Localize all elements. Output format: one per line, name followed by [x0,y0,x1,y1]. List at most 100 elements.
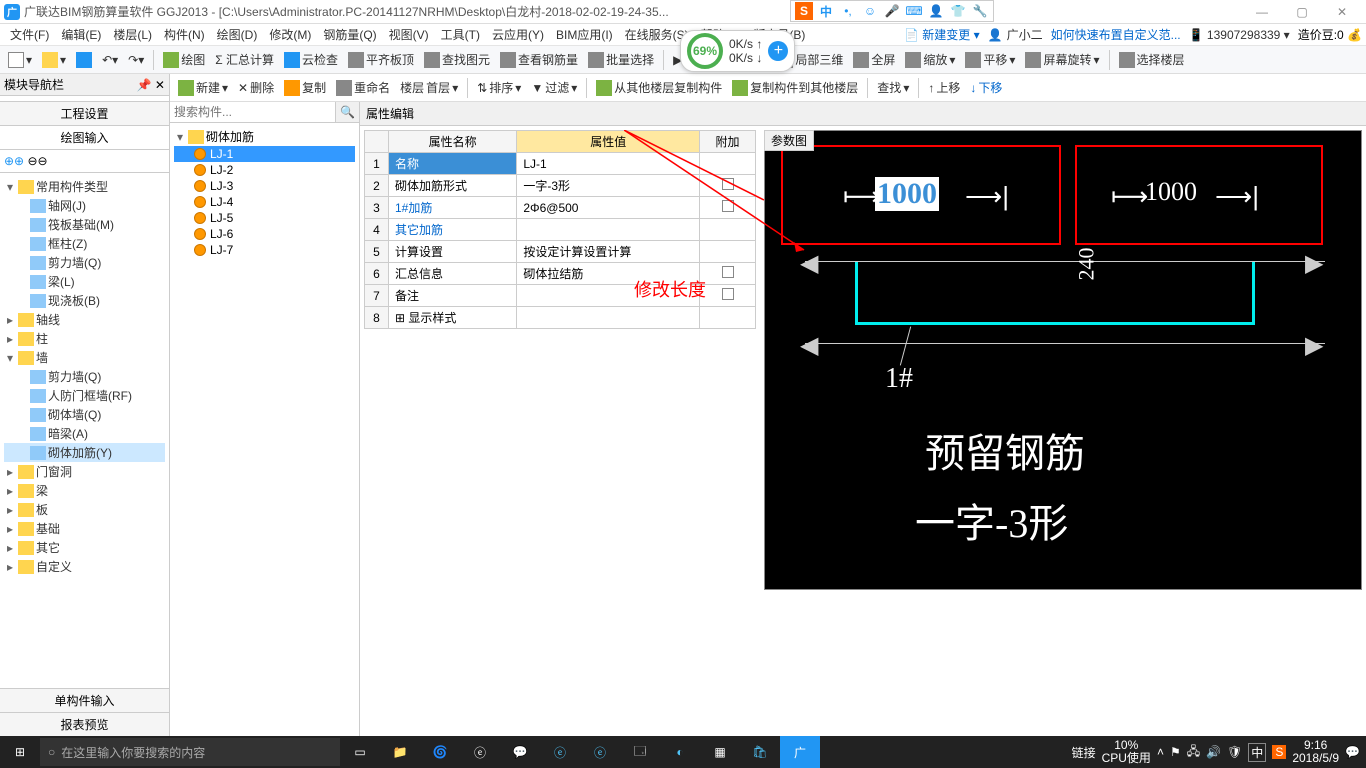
tree-node[interactable]: 筏板基础(M) [4,215,165,234]
tab-project-settings[interactable]: 工程设置 [0,102,169,126]
tray-flag-icon[interactable]: ⚑ [1170,745,1181,759]
ime-toolbar[interactable]: S 中 •, ☺ 🎤 ⌨ 👤 👕 🔧 [790,0,994,22]
tb-aligntop[interactable]: 平齐板顶 [344,49,418,70]
speed-plus-button[interactable]: + [768,41,788,61]
tb2-copyfrom[interactable]: 从其他楼层复制构件 [592,77,726,98]
tray-up-icon[interactable]: ˄ [1157,745,1164,759]
tb-new[interactable]: ▾ [4,50,36,70]
tray-notif-icon[interactable]: 💬 [1345,745,1360,759]
help-link[interactable]: 如何快速布置自定义范... [1051,26,1181,43]
tree-node[interactable]: 剪力墙(Q) [4,253,165,272]
component-item[interactable]: LJ-6 [174,226,355,242]
component-item[interactable]: LJ-4 [174,194,355,210]
app-wechat[interactable]: 💬 [500,736,540,768]
prop-row[interactable]: 4其它加筋 [365,219,756,241]
tb2-filter[interactable]: ▼ 过滤▾ [527,77,581,98]
app-ggj[interactable]: 广 [780,736,820,768]
tb-zoom[interactable]: 缩放▾ [901,49,959,70]
tb-undo[interactable]: ↶▾ [98,51,122,69]
prop-row[interactable]: 5计算设置按设定计算设置计算 [365,241,756,263]
app-browser[interactable]: ◐ [660,736,700,768]
tb-findimg[interactable]: 查找图元 [420,49,494,70]
tb2-up[interactable]: ↑ 上移 [924,77,964,98]
close-button[interactable]: ✕ [1322,1,1362,23]
tb-pan[interactable]: 平移▾ [961,49,1019,70]
tab-draw-input[interactable]: 绘图输入 [0,126,169,150]
search-button[interactable]: 🔍 [335,102,359,122]
tab-single-input[interactable]: 单构件输入 [0,688,169,712]
tb-fullscreen[interactable]: 全屏 [849,49,899,70]
tb-rotate[interactable]: 屏幕旋转▾ [1021,49,1103,70]
component-item[interactable]: LJ-5 [174,210,355,226]
component-item[interactable]: LJ-2 [174,162,355,178]
tree-node[interactable]: ▸门窗洞 [4,462,165,481]
tb2-floor[interactable]: 楼层 首层 ▾ [396,77,462,98]
tray-sogou-icon[interactable]: S [1272,745,1286,759]
search-input[interactable] [170,102,335,122]
app-ie2[interactable]: ⓔ [580,736,620,768]
tree-node[interactable]: 框柱(Z) [4,234,165,253]
user-dropdown[interactable]: 👤 广小二 [988,26,1043,43]
ime-mic-icon[interactable]: 🎤 [883,2,901,20]
tree-node[interactable]: ▸梁 [4,481,165,500]
ime-punct-icon[interactable]: •, [839,2,857,20]
tb-draw[interactable]: 绘图 [159,49,209,70]
tree-node[interactable]: ▸轴线 [4,310,165,329]
tb-cloudcheck[interactable]: 云检查 [280,49,342,70]
tb2-new[interactable]: 新建▾ [174,77,232,98]
tb-selectfloor[interactable]: 选择楼层 [1115,49,1189,70]
tree-node[interactable]: ▾常用构件类型 [4,177,165,196]
menu-edit[interactable]: 编辑(E) [55,24,107,45]
tray-net-icon[interactable]: 🖧 [1187,742,1200,763]
tree-node[interactable]: ▸基础 [4,519,165,538]
tb-sumcalc[interactable]: Σ 汇总计算 [211,49,278,70]
minimize-button[interactable]: — [1242,1,1282,23]
app-ie[interactable]: ⓔ [460,736,500,768]
menu-component[interactable]: 构件(N) [158,24,211,45]
comp-root[interactable]: ▾ 砌体加筋 [174,127,355,146]
menu-bim[interactable]: BIM应用(I) [550,24,619,45]
menu-rebar[interactable]: 钢筋量(Q) [317,24,382,45]
taskbar-search[interactable]: ○ 在这里输入你要搜索的内容 [40,738,340,766]
menu-floor[interactable]: 楼层(L) [107,24,158,45]
tray-shield-icon[interactable]: 🛡 [1227,745,1242,759]
ime-keyboard-icon[interactable]: ⌨ [905,2,923,20]
tray-link[interactable]: 链接 [1072,744,1096,761]
prop-row[interactable]: 8⊞ 显示样式 [365,307,756,329]
tree-node[interactable]: 梁(L) [4,272,165,291]
tab-report-preview[interactable]: 报表预览 [0,712,169,736]
tree-node[interactable]: 轴网(J) [4,196,165,215]
start-button[interactable]: ⊞ [0,736,40,768]
menu-cloud[interactable]: 云应用(Y) [486,24,550,45]
prop-row[interactable]: 31#加筋2Φ6@500 [365,197,756,219]
tree-node[interactable]: ▸自定义 [4,557,165,576]
tree-node[interactable]: ▸板 [4,500,165,519]
tb2-copy[interactable]: 复制 [280,77,330,98]
tree-node[interactable]: 砌体加筋(Y) [4,443,165,462]
ime-tools-icon[interactable]: 🔧 [971,2,989,20]
ime-emoji-icon[interactable]: ☺ [861,2,879,20]
component-tree[interactable]: ▾ 砌体加筋 LJ-1LJ-2LJ-3LJ-4LJ-5LJ-6LJ-7 [170,123,359,736]
tb2-delete[interactable]: ✕ 删除 [234,77,278,98]
tree-node[interactable]: 人防门框墙(RF) [4,386,165,405]
component-item[interactable]: LJ-1 [174,146,355,162]
tray-vol-icon[interactable]: 🔊 [1206,745,1221,759]
new-change-link[interactable]: 📄 新建变更 ▾ [904,26,980,43]
tree-node[interactable]: 现浇板(B) [4,291,165,310]
prop-row[interactable]: 2砌体加筋形式一字-3形 [365,175,756,197]
mode-sub-icon[interactable]: ⊖⊖ [27,154,47,168]
maximize-button[interactable]: ▢ [1282,1,1322,23]
tb2-find[interactable]: 查找▾ [873,77,913,98]
tray-clock[interactable]: 9:162018/5/9 [1292,739,1339,765]
menu-view[interactable]: 视图(V) [383,24,435,45]
app-spiral[interactable]: 🌀 [420,736,460,768]
diagram-canvas[interactable]: ⟼ 1000 ⟶| ⟼ 1000 ⟶| ◀ ▶ ◀ ▶ [764,130,1362,590]
app-store[interactable]: 🛍 [740,736,780,768]
tree-node[interactable]: 暗梁(A) [4,424,165,443]
tray-ime[interactable]: 中 [1248,743,1266,762]
taskview-icon[interactable]: ▭ [340,736,380,768]
tb2-down[interactable]: ↓ 下移 [966,77,1006,98]
app-q[interactable]: ▦ [700,736,740,768]
ime-user-icon[interactable]: 👤 [927,2,945,20]
tree-node[interactable]: ▸柱 [4,329,165,348]
